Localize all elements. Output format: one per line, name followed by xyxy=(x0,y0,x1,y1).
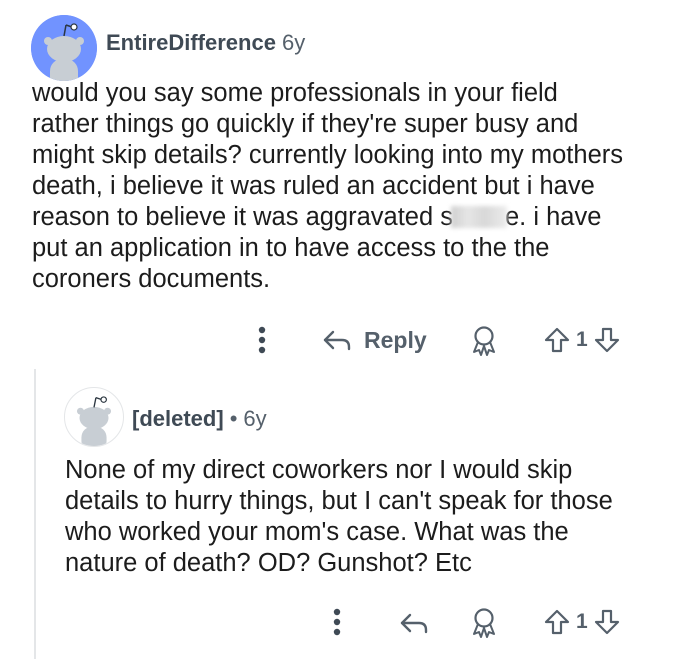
more-options-button[interactable] xyxy=(327,604,347,640)
more-options-button[interactable] xyxy=(252,322,272,358)
comment-line: who worked your mom's case. What was the xyxy=(65,518,569,546)
upvote-arrow-icon[interactable] xyxy=(544,608,570,636)
comment-line: None of my direct coworkers nor I would … xyxy=(65,456,573,484)
comment-body: would you say some professionals in your… xyxy=(32,78,682,295)
comment-line: nature of death? OD? Gunshot? Etc xyxy=(65,549,472,577)
reply-button[interactable] xyxy=(399,606,429,640)
comment-age: 6y xyxy=(243,406,267,431)
award-icon xyxy=(473,326,495,356)
vote-controls: 1 xyxy=(544,322,620,358)
comment-line-part: reason to believe it was aggravated s xyxy=(32,203,453,231)
comment-line: coroners documents. xyxy=(32,265,271,293)
comment-line: death, i believe it was ruled an acciden… xyxy=(32,172,595,200)
award-icon xyxy=(473,608,495,638)
reply-arrow-icon xyxy=(323,330,351,351)
avatar[interactable] xyxy=(64,387,124,447)
award-button[interactable] xyxy=(468,324,500,358)
reply-arrow-icon xyxy=(400,613,428,634)
vote-count: 1 xyxy=(576,610,588,633)
vote-count: 1 xyxy=(576,328,588,351)
more-vertical-icon xyxy=(333,608,341,636)
comment-line-censored: reason to believe it was aggravated s e. … xyxy=(32,202,682,233)
more-vertical-icon xyxy=(258,326,266,354)
reply-label: Reply xyxy=(364,326,427,353)
comment-line: would you say some professionals in your… xyxy=(32,79,558,107)
comment-line: rather things go quickly if they're supe… xyxy=(32,110,579,138)
downvote-arrow-icon[interactable] xyxy=(594,326,620,354)
avatar[interactable] xyxy=(31,15,97,81)
comment-username: [deleted] xyxy=(132,406,224,431)
downvote-arrow-icon[interactable] xyxy=(594,608,620,636)
censor-blur xyxy=(451,206,507,228)
comment-line-part: e. i have xyxy=(505,203,602,231)
comment-author-row: EntireDifference 6y xyxy=(106,30,305,56)
comment-author-row: [deleted] • 6y xyxy=(132,406,267,432)
comment-line: might skip details? currently looking in… xyxy=(32,141,623,169)
comment-username[interactable]: EntireDifference xyxy=(106,30,276,55)
comment-body: None of my direct coworkers nor I would … xyxy=(65,455,675,579)
comment-age: 6y xyxy=(281,30,306,55)
snoo-avatar-icon xyxy=(76,396,112,446)
comment-line: details to hurry things, but I can't spe… xyxy=(65,487,613,515)
vote-controls: 1 xyxy=(544,604,620,640)
upvote-arrow-icon[interactable] xyxy=(544,326,570,354)
thread-line[interactable] xyxy=(34,369,36,659)
reply-button[interactable]: Reply xyxy=(322,322,427,358)
snoo-avatar-icon xyxy=(31,15,97,81)
award-button[interactable] xyxy=(468,606,500,640)
separator-dot: • xyxy=(229,406,238,431)
comment-line: put an application in to have access to … xyxy=(32,234,550,262)
